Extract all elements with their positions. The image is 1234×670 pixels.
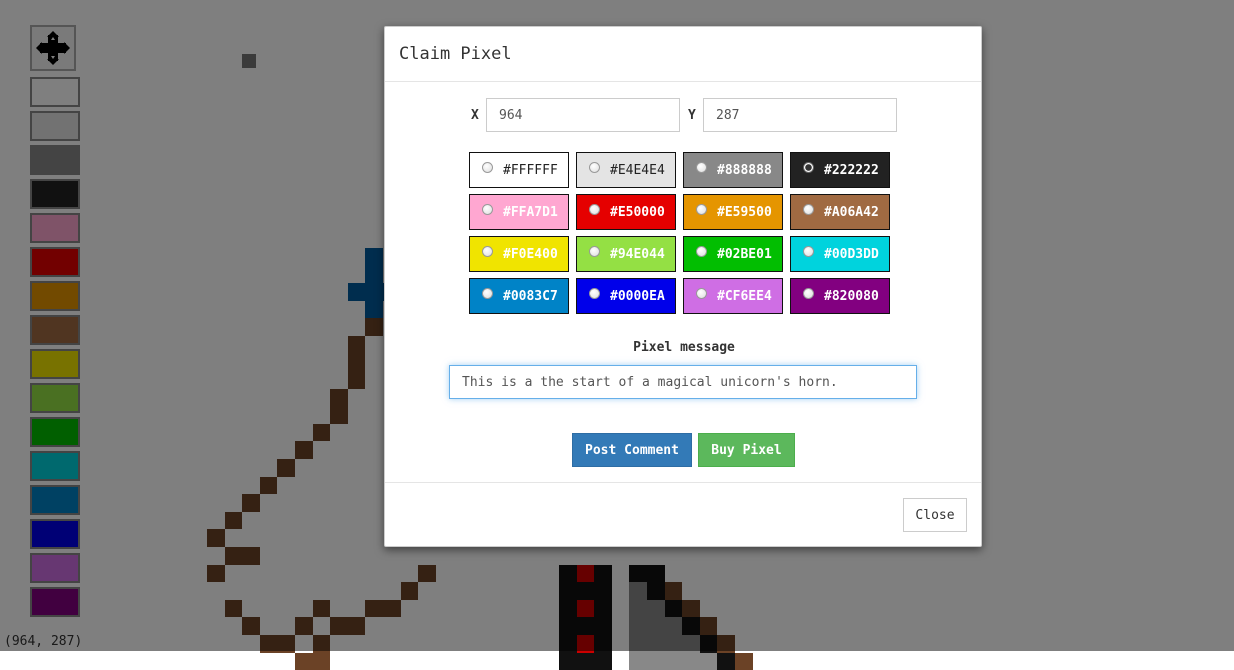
- color-option[interactable]: #222222: [790, 152, 890, 188]
- color-option[interactable]: #0083C7: [469, 278, 569, 314]
- canvas-pixel: [717, 652, 735, 670]
- color-radio[interactable]: [482, 287, 493, 299]
- color-option-label: #E59500: [717, 204, 772, 220]
- canvas-pixel: [576, 652, 595, 670]
- color-radio[interactable]: [589, 245, 600, 257]
- post-comment-button[interactable]: Post Comment: [572, 433, 692, 467]
- color-radio[interactable]: [696, 245, 707, 257]
- color-option-label: #02BE01: [717, 246, 772, 262]
- canvas-pixel: [594, 652, 612, 670]
- x-label: X: [471, 108, 479, 123]
- dialog-body: X Y #FFFFFF #E4E4E4 #888888 #222222 #FFA7D1 #…: [385, 82, 981, 482]
- claim-pixel-dialog: Claim Pixel X Y #FFFFFF #E4E4E4 #888888 #22…: [384, 26, 982, 547]
- close-button[interactable]: Close: [903, 498, 967, 532]
- color-option-label: #222222: [824, 162, 879, 178]
- color-radio[interactable]: [803, 287, 814, 299]
- dialog-header: Claim Pixel: [385, 27, 981, 82]
- color-option[interactable]: #E4E4E4: [576, 152, 676, 188]
- color-radio[interactable]: [803, 203, 814, 215]
- color-radio[interactable]: [589, 287, 600, 299]
- color-option-label: #FFA7D1: [503, 204, 558, 220]
- color-option[interactable]: #0000EA: [576, 278, 676, 314]
- color-option-label: #E4E4E4: [610, 162, 665, 178]
- color-radio[interactable]: [803, 245, 814, 257]
- color-option[interactable]: #E59500: [683, 194, 783, 230]
- color-option[interactable]: #CF6EE4: [683, 278, 783, 314]
- color-option[interactable]: #888888: [683, 152, 783, 188]
- dialog-footer: Close: [385, 482, 981, 548]
- color-option[interactable]: #E50000: [576, 194, 676, 230]
- color-option[interactable]: #820080: [790, 278, 890, 314]
- color-option[interactable]: #94E044: [576, 236, 676, 272]
- color-radio[interactable]: [589, 161, 600, 173]
- color-option-label: #F0E400: [503, 246, 558, 262]
- color-option[interactable]: #FFFFFF: [469, 152, 569, 188]
- color-option-label: #E50000: [610, 204, 665, 220]
- color-option[interactable]: #A06A42: [790, 194, 890, 230]
- dialog-title: Claim Pixel: [399, 44, 512, 64]
- color-option-label: #FFFFFF: [503, 162, 558, 178]
- color-radio[interactable]: [589, 203, 600, 215]
- color-radio[interactable]: [803, 161, 814, 173]
- color-option-label: #820080: [824, 288, 879, 304]
- canvas-pixel: [629, 652, 647, 670]
- canvas-pixel: [312, 652, 331, 670]
- canvas-pixel: [664, 652, 683, 670]
- color-radio[interactable]: [482, 161, 493, 173]
- color-option-label: #0000EA: [610, 288, 665, 304]
- y-coordinate-input[interactable]: [703, 98, 897, 132]
- canvas-pixel: [735, 652, 753, 670]
- color-radio[interactable]: [696, 287, 707, 299]
- color-option-label: #888888: [717, 162, 772, 178]
- color-option[interactable]: #FFA7D1: [469, 194, 569, 230]
- color-radio[interactable]: [696, 203, 707, 215]
- color-option-label: #CF6EE4: [717, 288, 772, 304]
- color-option[interactable]: #02BE01: [683, 236, 783, 272]
- canvas-pixel: [559, 652, 577, 670]
- pixel-message-input[interactable]: [449, 365, 917, 399]
- pixel-message-label: Pixel message: [633, 340, 735, 355]
- color-option-label: #00D3DD: [824, 246, 879, 262]
- color-radio[interactable]: [696, 161, 707, 173]
- color-option[interactable]: #F0E400: [469, 236, 569, 272]
- canvas-pixel: [682, 652, 700, 670]
- canvas-pixel: [295, 652, 313, 670]
- canvas-pixel: [647, 652, 665, 670]
- color-radio[interactable]: [482, 203, 493, 215]
- color-radio[interactable]: [482, 245, 493, 257]
- color-option-label: #0083C7: [503, 288, 558, 304]
- canvas-pixel: [699, 652, 718, 670]
- y-label: Y: [688, 108, 696, 123]
- color-option[interactable]: #00D3DD: [790, 236, 890, 272]
- x-coordinate-input[interactable]: [486, 98, 680, 132]
- buy-pixel-button[interactable]: Buy Pixel: [698, 433, 795, 467]
- color-option-label: #94E044: [610, 246, 665, 262]
- color-option-label: #A06A42: [824, 204, 879, 220]
